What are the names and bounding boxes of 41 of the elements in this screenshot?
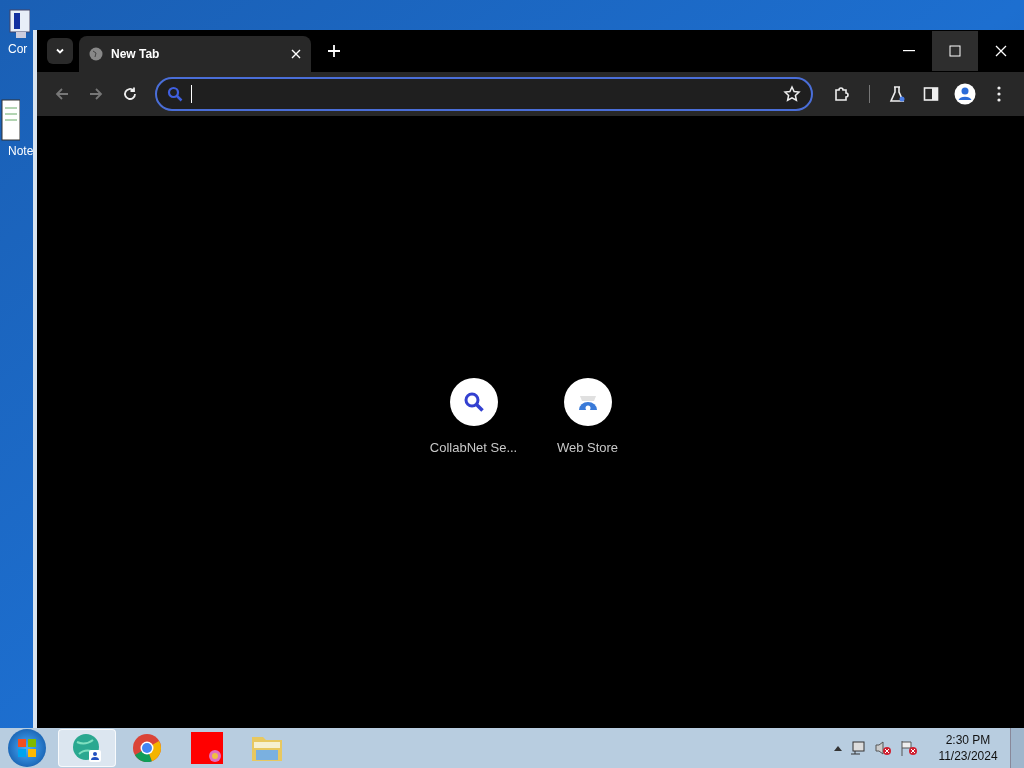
search-icon — [167, 86, 183, 102]
puzzle-icon — [833, 85, 851, 103]
show-hidden-icons-icon[interactable] — [834, 745, 842, 751]
forward-arrow-icon — [88, 86, 104, 102]
shortcut-tile[interactable]: Web Store — [542, 378, 633, 728]
network-icon[interactable] — [850, 740, 866, 756]
chrome-icon — [132, 733, 162, 763]
minimize-icon — [903, 50, 915, 52]
clock-date[interactable]: 11/23/2024 — [938, 748, 998, 764]
close-icon — [995, 45, 1007, 57]
side-panel-icon — [923, 86, 939, 102]
notepad-icon[interactable] — [0, 98, 20, 142]
app-tile-icon — [191, 732, 223, 764]
address-bar[interactable] — [155, 77, 813, 111]
shortcut-label: CollabNet Se... — [429, 439, 518, 457]
maximize-icon — [949, 45, 961, 57]
tab-title: New Tab — [111, 46, 161, 63]
more-vertical-icon — [997, 86, 1001, 102]
maximize-button[interactable] — [932, 31, 978, 71]
browser-tab[interactable]: New Tab — [79, 36, 311, 72]
flag-error-icon[interactable] — [900, 740, 918, 756]
desktop-icon-label[interactable]: Note — [0, 142, 34, 160]
tab-search-button[interactable] — [47, 38, 73, 64]
globe-person-icon — [71, 732, 103, 764]
text-cursor — [191, 85, 192, 103]
shortcut-label: Web Store — [556, 439, 619, 457]
shortcut-tile[interactable]: CollabNet Se... — [428, 378, 519, 728]
back-arrow-icon — [54, 86, 70, 102]
speaker-muted-icon[interactable] — [874, 740, 892, 756]
windows-logo-icon — [17, 738, 37, 758]
plus-icon — [327, 44, 341, 58]
taskbar-button[interactable] — [58, 729, 116, 767]
close-tab-icon[interactable] — [291, 49, 301, 59]
avatar-icon — [954, 83, 976, 105]
flask-icon — [888, 85, 906, 103]
clock-time[interactable]: 2:30 PM — [945, 732, 991, 748]
globe-icon — [89, 47, 103, 61]
reload-icon — [122, 86, 138, 102]
star-icon[interactable] — [783, 85, 801, 103]
start-button[interactable] — [8, 729, 46, 767]
desktop-icon-label[interactable]: Cor — [0, 40, 28, 58]
